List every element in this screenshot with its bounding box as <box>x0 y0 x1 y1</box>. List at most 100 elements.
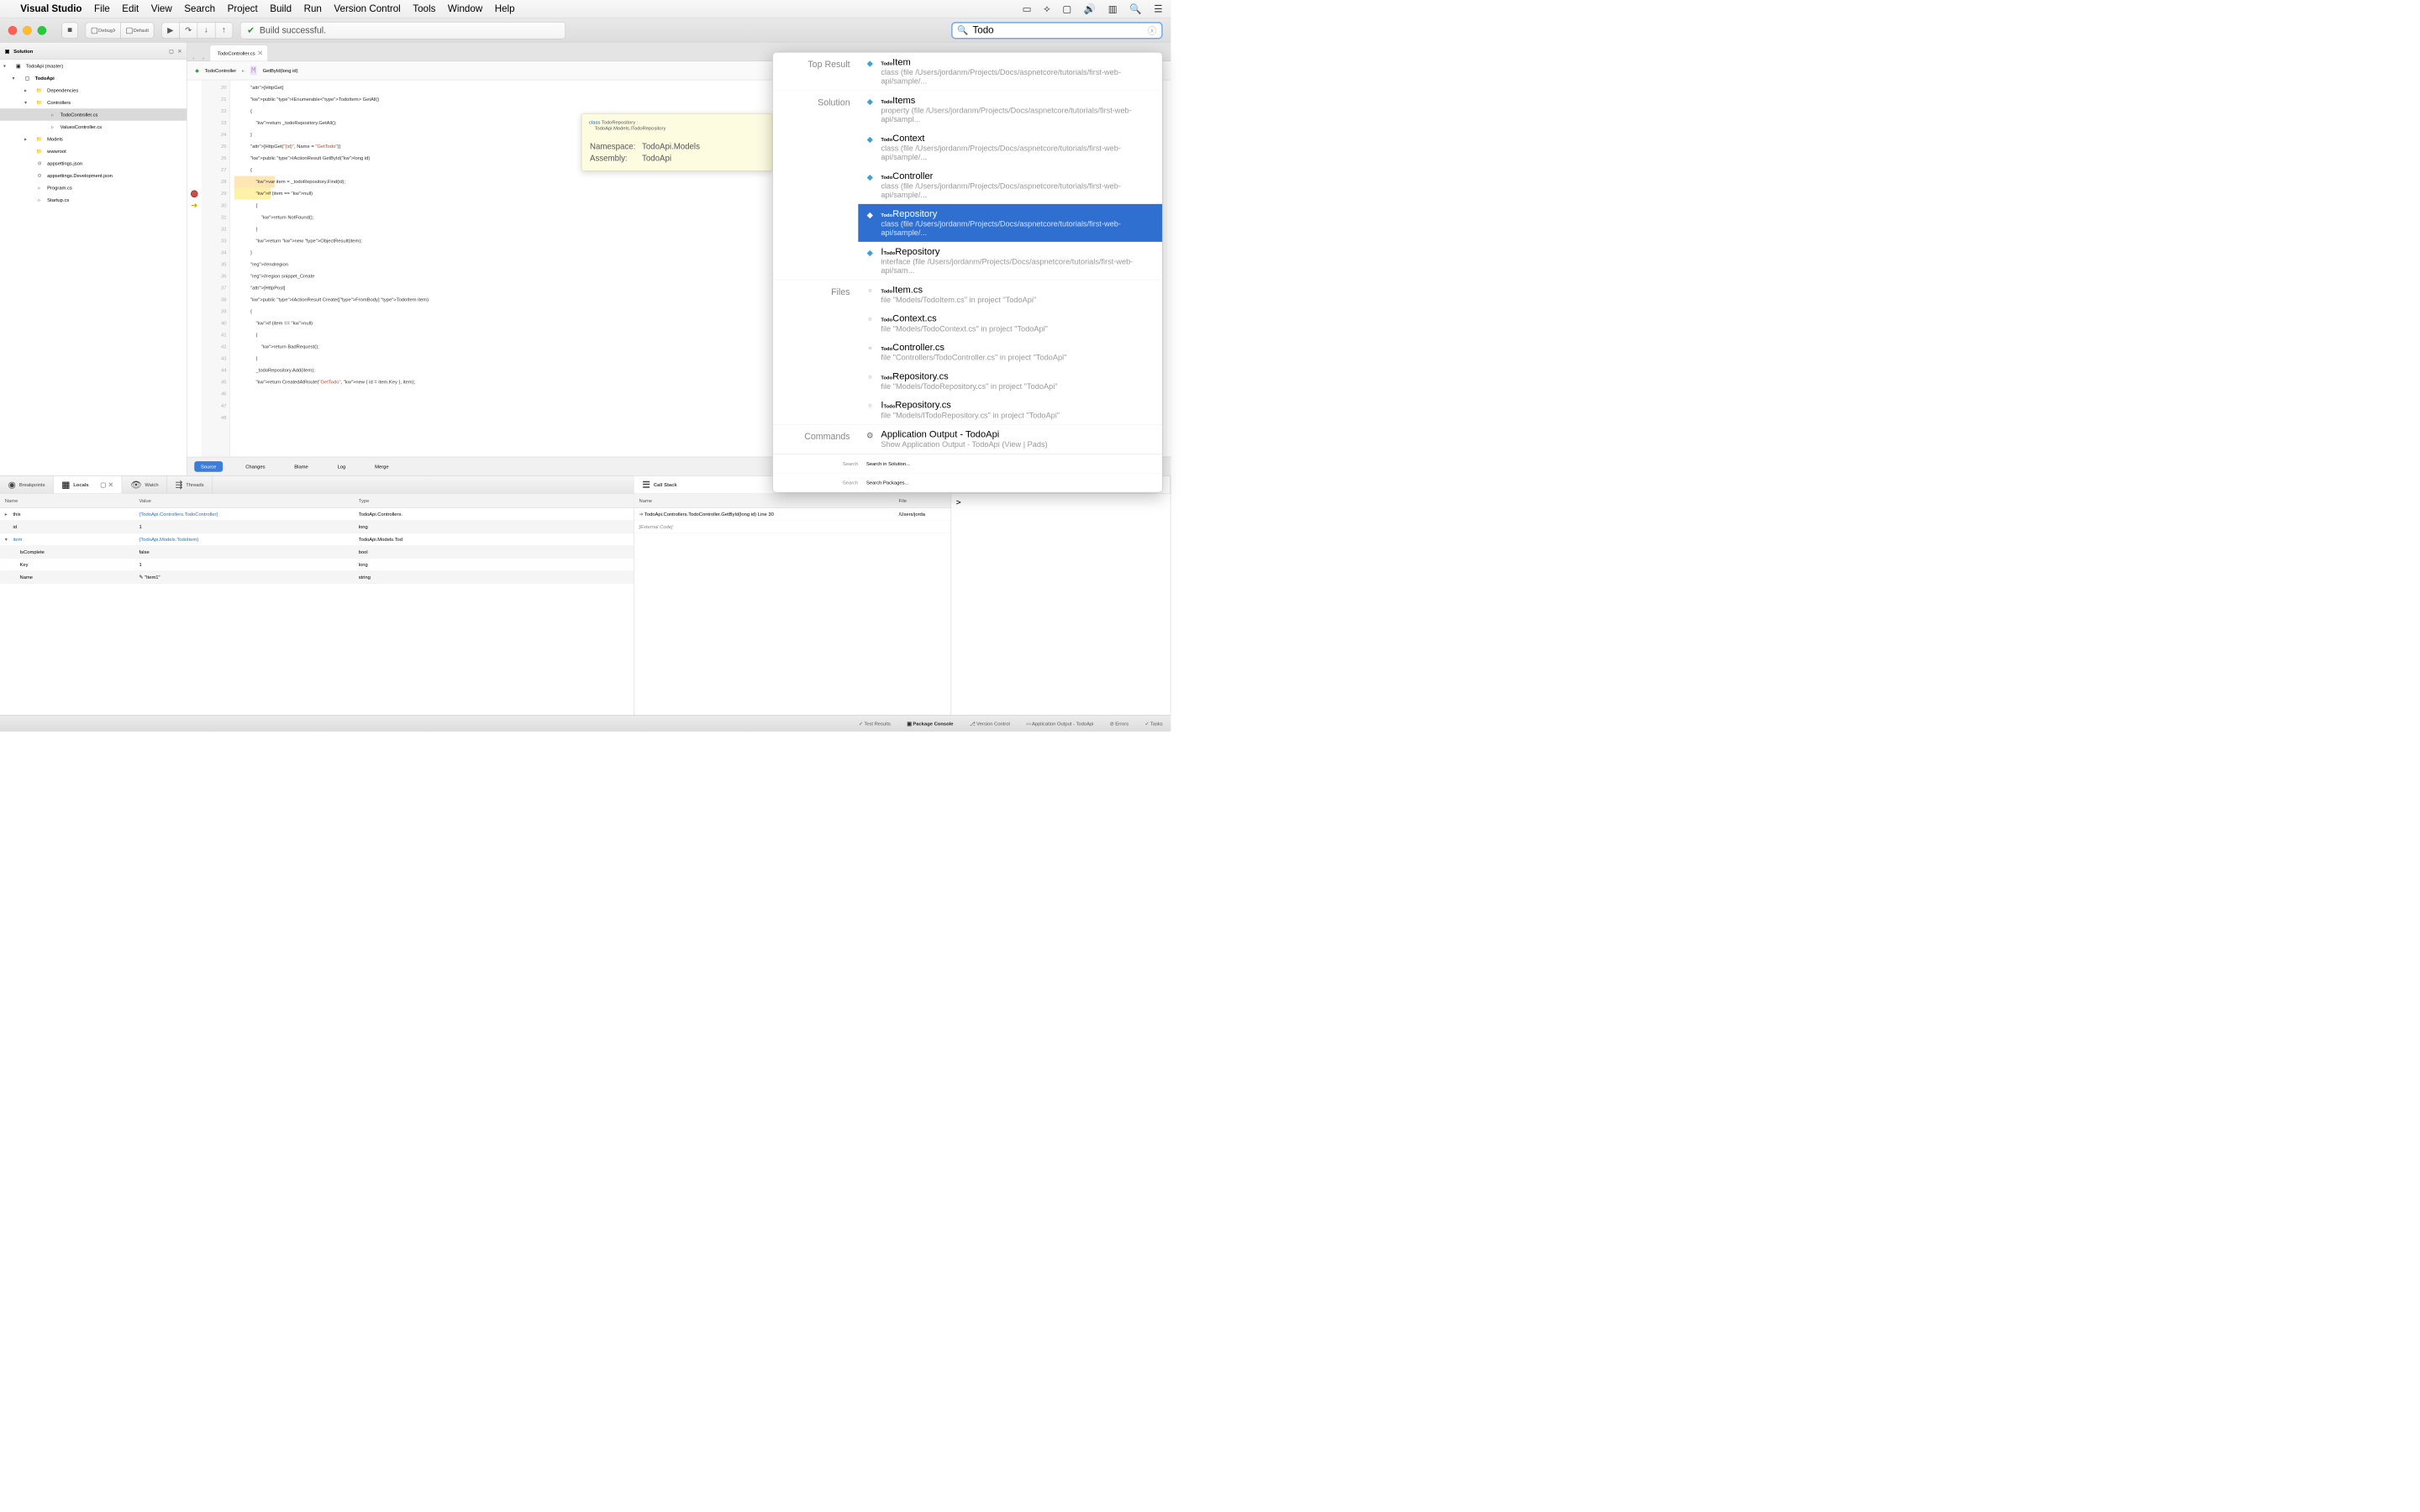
control-center-icon[interactable]: ☰ <box>1154 3 1162 15</box>
undock-icon[interactable]: ▢ <box>169 48 173 54</box>
locals-row[interactable]: ▸this{TodoApi.Controllers.TodoController… <box>0 508 634 521</box>
tab-source[interactable]: Source <box>194 461 223 472</box>
menu-tools[interactable]: Tools <box>413 3 435 15</box>
menu-project[interactable]: Project <box>228 3 258 15</box>
menu-version-control[interactable]: Version Control <box>334 3 400 15</box>
tree-node[interactable]: ▹Startup.cs <box>0 194 187 207</box>
menu-search[interactable]: Search <box>184 3 215 15</box>
search-result[interactable]: ◆TodoControllerclass (file /Users/jordan… <box>858 166 1162 204</box>
target-selector[interactable]: ▢ Default <box>120 22 154 38</box>
zoom-window-button[interactable] <box>38 26 47 35</box>
run-button[interactable]: ▶ <box>161 22 179 38</box>
callstack-row[interactable]: ➔ TodoApi.Controllers.TodoController.Get… <box>634 508 951 521</box>
solution-root[interactable]: ▾▣TodoApi (master) <box>0 60 187 72</box>
nav-back-button[interactable]: ‹ <box>192 55 194 61</box>
close-tab-icon[interactable]: ✕ <box>257 49 263 57</box>
nav-forward-button[interactable]: › <box>203 55 204 61</box>
locals-row[interactable]: ▾item{TodoApi.Models.TodoItem}TodoApi.Mo… <box>0 533 634 546</box>
minimize-window-button[interactable] <box>23 26 32 35</box>
tab-breakpoints[interactable]: ◉ Breakpoints <box>0 476 54 494</box>
battery-pct-icon[interactable]: ▥ <box>1108 3 1118 15</box>
menu-window[interactable]: Window <box>448 3 482 15</box>
menu-help[interactable]: Help <box>495 3 515 15</box>
tree-node[interactable]: ▸📁Dependencies <box>0 84 187 97</box>
macos-menubar: Visual Studio File Edit View Search Proj… <box>0 0 1171 18</box>
search-result[interactable]: ▫TodoContext.csfile "Models/TodoContext.… <box>858 309 1162 338</box>
tab-threads[interactable]: ⇶ Threads <box>167 476 213 494</box>
tree-node[interactable]: ▾📁Controllers <box>0 97 187 109</box>
statusbar-item[interactable]: ⊘ Errors <box>1110 721 1128 727</box>
search-result[interactable]: ◆ITodoRepositoryinterface (file /Users/j… <box>858 242 1162 280</box>
search-result[interactable]: ⚙Application Output - TodoApiShow Applic… <box>858 425 1162 454</box>
close-panel-icon[interactable]: ✕ <box>177 48 182 54</box>
tab-locals[interactable]: ▦ Locals▢ ✕ <box>54 476 123 494</box>
search-result[interactable]: ◆TodoContextclass (file /Users/jordanm/P… <box>858 129 1162 166</box>
tooltip-asm: TodoApi <box>642 153 706 164</box>
tab-blame[interactable]: Blame <box>288 461 315 472</box>
wifi-icon[interactable]: ⟡ <box>1044 3 1050 15</box>
locals-row[interactable]: Name✎ "Item1"string <box>0 570 634 583</box>
step-out-button[interactable]: ↑ <box>215 22 233 38</box>
tooltip-asm-label: Assembly: <box>590 153 641 164</box>
tab-merge[interactable]: Merge <box>368 461 395 472</box>
spotlight-icon[interactable]: 🔍 <box>1129 3 1141 15</box>
statusbar-item[interactable]: ✓ Test Results <box>859 721 891 727</box>
callstack-table[interactable]: NameFile ➔ TodoApi.Controllers.TodoContr… <box>634 494 951 533</box>
search-result[interactable]: ◆TodoItemsproperty (file /Users/jordanm/… <box>858 91 1162 129</box>
project-node[interactable]: ▾▢TodoApi <box>0 72 187 85</box>
tree-node[interactable]: ⚙appsettings.Development.json <box>0 170 187 182</box>
project-label: TodoApi <box>35 76 55 81</box>
menu-run[interactable]: Run <box>304 3 322 15</box>
app-name[interactable]: Visual Studio <box>20 3 82 15</box>
locals-row[interactable]: Key1long <box>0 558 634 570</box>
close-window-button[interactable] <box>8 26 18 35</box>
crumb-method[interactable]: GetById(long id) <box>263 68 298 74</box>
statusbar-item[interactable]: ▣ Package Console <box>907 721 953 727</box>
callstack-row[interactable]: [External Code] <box>634 521 951 533</box>
search-result[interactable]: ◆TodoRepositoryclass (file /Users/jordan… <box>858 204 1162 242</box>
search-in-solution[interactable]: Search in Solution... <box>866 461 910 467</box>
tree-node[interactable]: ▹Program.cs <box>0 181 187 194</box>
tree-node[interactable]: ▹ValuesController.cs <box>0 121 187 134</box>
statusbar-item[interactable]: ⎇ Version Control <box>970 721 1010 727</box>
tab-changes[interactable]: Changes <box>239 461 271 472</box>
battery-icon[interactable]: ▭ <box>1023 3 1032 15</box>
menu-edit[interactable]: Edit <box>122 3 139 15</box>
search-result[interactable]: ▫TodoController.csfile "Controllers/Todo… <box>858 338 1162 366</box>
crumb-class[interactable]: TodoController <box>204 68 236 74</box>
menu-file[interactable]: File <box>94 3 110 15</box>
tree-node[interactable]: ▹TodoController.cs <box>0 108 187 121</box>
statusbar-item[interactable]: ▭ Application Output - TodoApi <box>1026 721 1093 727</box>
step-over-button[interactable]: ↷ <box>179 22 197 38</box>
solution-tree[interactable]: ▾▣TodoApi (master) ▾▢TodoApi ▸📁Dependenc… <box>0 60 187 475</box>
config-selector[interactable]: ▢ Debug › <box>86 22 121 38</box>
menu-build[interactable]: Build <box>270 3 292 15</box>
search-input[interactable] <box>972 24 1143 36</box>
tab-watch[interactable]: 👁 Watch <box>122 476 166 494</box>
tree-node[interactable]: 📁wwwroot <box>0 145 187 158</box>
search-result[interactable]: ▫ITodoRepository.csfile "Models/ITodoRep… <box>858 396 1162 424</box>
locals-row[interactable]: IsCompletefalsebool <box>0 546 634 559</box>
statusbar-item[interactable]: ✓ Tasks <box>1144 721 1162 727</box>
search-result[interactable]: ▫TodoRepository.csfile "Models/TodoRepos… <box>858 366 1162 395</box>
locals-table[interactable]: Name Value Type ▸this{TodoApi.Controller… <box>0 494 634 584</box>
tree-node[interactable]: ⚙appsettings.json <box>0 157 187 170</box>
tooltip-ns-label: Namespace: <box>590 141 641 152</box>
tab-log[interactable]: Log <box>331 461 352 472</box>
airplay-icon[interactable]: ▢ <box>1062 3 1071 15</box>
clear-search-button[interactable]: ⓧ <box>1148 24 1157 36</box>
search-packages[interactable]: Search Packages... <box>866 480 908 486</box>
search-result[interactable]: ▫TodoItem.csfile "Models/TodoItem.cs" in… <box>858 280 1162 308</box>
locals-row[interactable]: id1long <box>0 521 634 533</box>
menu-view[interactable]: View <box>151 3 172 15</box>
bottom-panels: ◉ Breakpoints ▦ Locals▢ ✕ 👁 Watch ⇶ Thre… <box>0 475 1171 715</box>
tree-node[interactable]: ▸📁Models <box>0 133 187 145</box>
volume-icon[interactable]: 🔊 <box>1084 3 1096 15</box>
immediate-prompt[interactable]: > <box>951 494 1171 510</box>
editor-tab[interactable]: TodoController.cs ✕ <box>210 45 268 60</box>
step-into-button[interactable]: ↓ <box>197 22 215 38</box>
search-label-2: Search <box>781 480 858 486</box>
global-search[interactable]: 🔍 ⓧ <box>951 22 1163 39</box>
search-result[interactable]: ◆TodoItemclass (file /Users/jordanm/Proj… <box>858 52 1162 90</box>
stop-button[interactable]: ■ <box>62 22 78 38</box>
